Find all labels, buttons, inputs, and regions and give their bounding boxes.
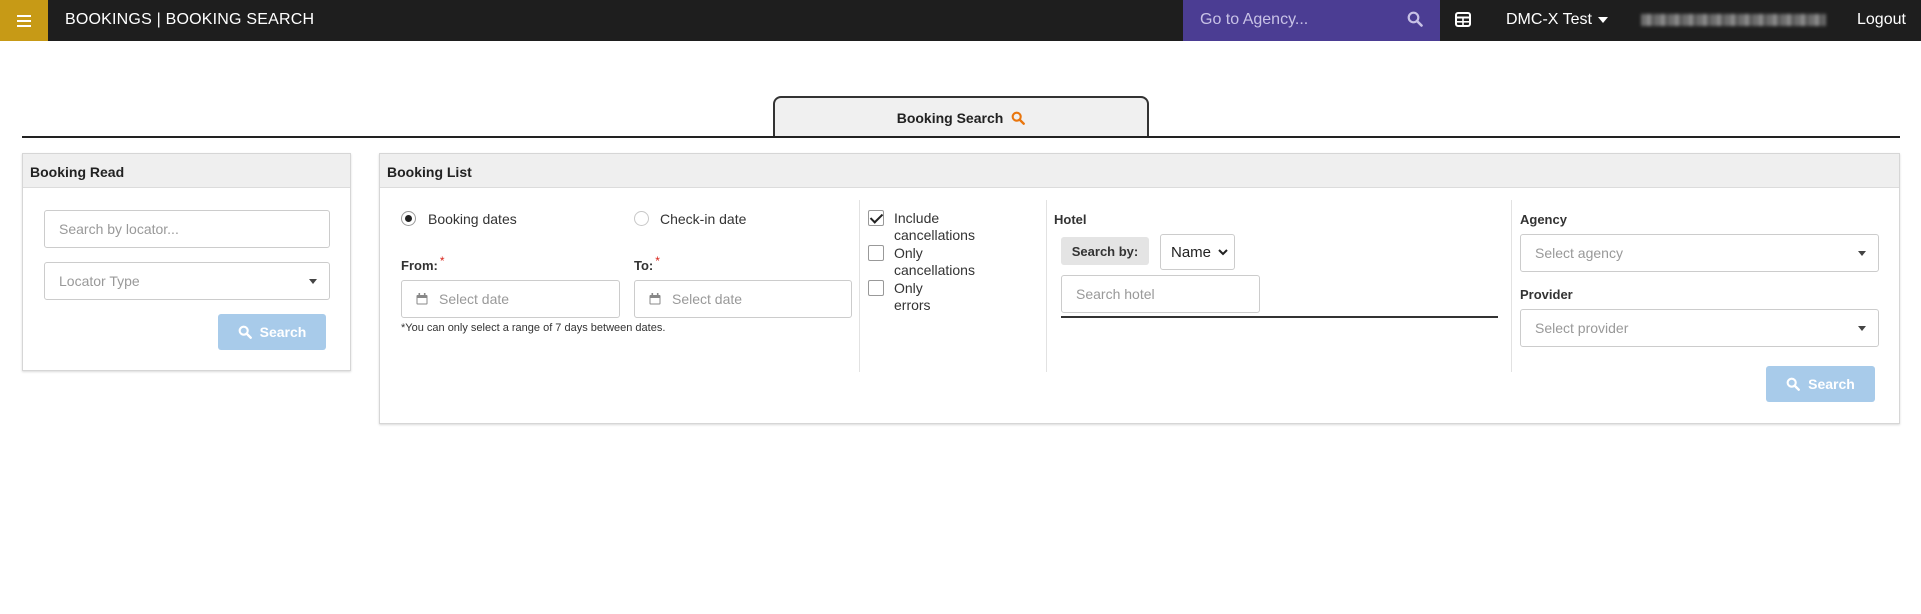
tab-underline [22,136,1900,138]
checkbox-only-cancellations[interactable] [868,245,884,261]
checkbox-include-cancellations[interactable] [868,210,884,226]
provider-placeholder: Select provider [1535,320,1629,336]
to-date-placeholder: Select date [672,291,743,307]
search-by-select[interactable]: Name [1160,234,1235,270]
chevron-down-icon[interactable] [1598,17,1608,23]
only-errors-label: Only errors [894,280,931,313]
search-icon [1786,377,1801,391]
agency-search-input[interactable]: Go to Agency... [1183,0,1440,41]
locator-placeholder: Search by locator... [59,221,179,237]
top-bar: BOOKINGS | BOOKING SEARCH Go to Agency..… [0,0,1921,41]
locator-type-placeholder: Locator Type [59,273,140,289]
radio-check-in-date[interactable] [634,211,649,226]
hotel-search-underline [1061,316,1498,318]
booking-list-search-button[interactable]: Search [1766,366,1875,402]
search-icon[interactable] [1407,11,1423,27]
tab-label: Booking Search [896,110,1004,126]
search-button-label: Search [1808,376,1855,392]
chevron-down-icon [1858,326,1866,331]
search-button-label: Search [259,324,307,340]
locator-type-select[interactable]: Locator Type [44,262,330,300]
menu-icon [17,14,31,27]
from-date-input[interactable]: Select date [401,280,620,318]
provider-select[interactable]: Select provider [1520,309,1879,347]
divider [859,200,860,372]
calendar-icon [649,293,661,305]
chevron-down-icon [1218,249,1228,256]
to-label: To: * [634,254,660,273]
from-label: From: * [401,254,445,273]
hotel-search-input[interactable]: Search hotel [1061,275,1260,313]
booking-read-panel: Booking Read Search by locator... Locato… [22,153,351,371]
calendar-icon [416,293,428,305]
environment-selector[interactable]: DMC-X Test [1506,11,1592,29]
radio-booking-dates-label: Booking dates [428,211,517,227]
hamburger-menu-button[interactable] [0,0,48,41]
checkbox-only-errors[interactable] [868,280,884,296]
chevron-down-icon [1858,251,1866,256]
booking-list-panel: Booking List Booking dates Check-in date… [379,153,1900,424]
page-title: BOOKINGS | BOOKING SEARCH [65,11,315,28]
locator-search-input[interactable]: Search by locator... [44,210,330,248]
divider [1511,200,1512,372]
logout-link[interactable]: Logout [1857,11,1906,29]
agency-search-placeholder: Go to Agency... [1200,11,1309,28]
to-date-input[interactable]: Select date [634,280,852,318]
tab-booking-search[interactable]: Booking Search [773,96,1149,138]
radio-check-in-date-label: Check-in date [660,211,747,227]
from-date-placeholder: Select date [439,291,510,307]
divider [1046,200,1047,372]
hotel-label: Hotel [1054,212,1087,227]
include-cancellations-label: Include cancellations [894,210,975,243]
radio-booking-dates[interactable] [401,211,416,226]
provider-label: Provider [1520,287,1573,302]
panel-title: Booking Read [23,154,350,188]
table-icon[interactable] [1455,12,1471,27]
search-by-value: Name [1171,244,1212,261]
panel-title: Booking List [380,154,1899,188]
agency-select[interactable]: Select agency [1520,234,1879,272]
only-cancellations-label: Only cancellations [894,245,975,278]
search-icon [1011,111,1026,125]
chevron-down-icon [309,279,317,284]
search-by-label: Search by: [1061,237,1149,265]
user-email [1641,14,1826,26]
agency-label: Agency [1520,212,1567,227]
agency-placeholder: Select agency [1535,245,1623,261]
hotel-search-placeholder: Search hotel [1076,286,1155,302]
booking-read-search-button[interactable]: Search [218,314,326,350]
date-range-note: *You can only select a range of 7 days b… [401,322,666,334]
search-icon [238,325,252,339]
